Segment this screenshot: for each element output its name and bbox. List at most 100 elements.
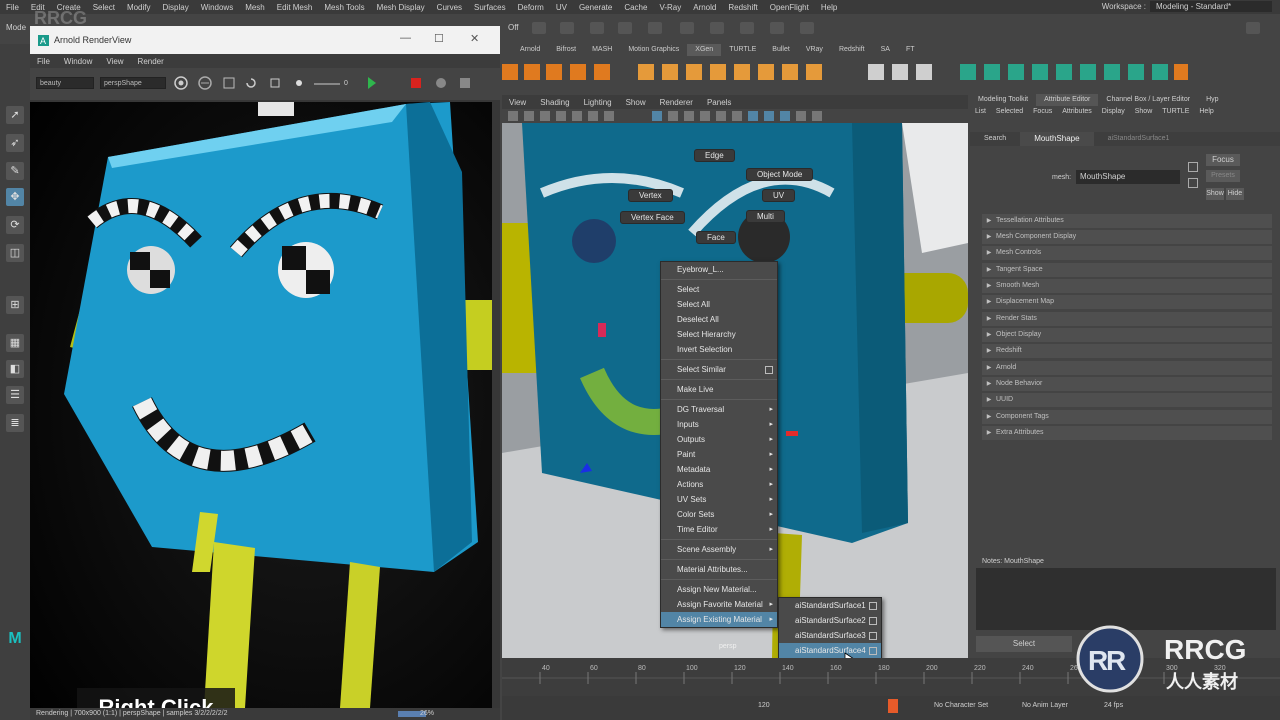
menu-scene-assembly[interactable]: Scene Assembly ▸ [661,542,777,557]
move-tool-icon[interactable]: ✥ [6,188,24,206]
menu-material-attributes[interactable]: Material Attributes... [661,562,777,577]
section-tessellation[interactable]: ▶ Tessellation Attributes [982,214,1272,228]
layout-single-icon[interactable]: ⊞ [6,296,24,314]
renderview-titlebar[interactable]: A Arnold RenderView — ☐ ✕ [30,26,500,54]
status-icon[interactable] [532,22,546,34]
menu-time-editor[interactable]: Time Editor ▸ [661,522,777,537]
material-item[interactable]: aiStandardSurface1 [779,598,881,613]
status-icon[interactable] [800,22,814,34]
menu-uv[interactable]: UV [550,3,573,12]
shelf-tab[interactable]: Arnold [512,44,548,56]
section-object-display[interactable]: ▶ Object Display [982,328,1272,342]
paint-select-icon[interactable]: ✎ [6,162,24,180]
hide-button[interactable]: Hide [1226,188,1244,200]
shelf-tab[interactable]: VRay [798,44,831,56]
menu-mesh[interactable]: Mesh [239,3,271,12]
minimize-icon[interactable]: — [400,32,411,44]
section-tangent-space[interactable]: ▶ Tangent Space [982,263,1272,277]
menu-color-sets[interactable]: Color Sets ▸ [661,507,777,522]
menu-select-similar[interactable]: Select Similar [661,362,777,377]
character-set-dropdown[interactable]: No Character Set [934,702,988,709]
viewport-toolbar[interactable] [502,109,968,123]
shelf-tab[interactable]: SA [873,44,898,56]
fps-dropdown[interactable]: 24 fps [1104,702,1123,709]
anim-layer-dropdown[interactable]: No Anim Layer [1022,702,1068,709]
shelf-tab[interactable]: MASH [584,44,620,56]
shelf-icons[interactable] [502,58,968,90]
section-smooth-mesh[interactable]: ▶ Smooth Mesh [982,279,1272,293]
section-node-behavior[interactable]: ▶ Node Behavior [982,377,1272,391]
tab-channel-box[interactable]: Channel Box / Layer Editor [1098,94,1198,106]
mouthshape-tab[interactable]: MouthShape [1020,132,1094,146]
vp-menu-renderer[interactable]: Renderer [653,98,700,107]
menu-assign-new-material[interactable]: Assign New Material... [661,582,777,597]
status-icon[interactable] [648,22,662,34]
menu-edit-mesh[interactable]: Edit Mesh [271,3,319,12]
menu-help[interactable]: Help [815,3,843,12]
menu-paint[interactable]: Paint ▸ [661,447,777,462]
display-icon[interactable] [434,76,448,90]
auto-key-icon[interactable] [888,699,898,713]
section-component-tags[interactable]: ▶ Component Tags [982,410,1272,424]
shelf-tab[interactable]: Bifrost [548,44,584,56]
marking-multi[interactable]: Multi [746,210,785,223]
scale-tool-icon[interactable]: ◫ [6,244,24,262]
ae-menu-item[interactable]: Attributes [1057,108,1097,120]
material-tab[interactable]: aiStandardSurface1 [1094,132,1184,146]
section-extra-attributes[interactable]: ▶ Extra Attributes [982,426,1272,440]
shelf-tab[interactable]: XGen [687,44,722,56]
shelf-tab[interactable]: Redshift [831,44,873,56]
menu-select-all[interactable]: Select All [661,297,777,312]
option-box-icon[interactable] [765,366,773,374]
rv-menu-view[interactable]: View [99,57,130,66]
menu-assign-existing-material[interactable]: Assign Existing Material ▸ [661,612,777,627]
exposure-slider[interactable] [314,83,340,85]
status-icon[interactable] [590,22,604,34]
vp-menu-show[interactable]: Show [619,98,653,107]
material-item[interactable]: aiStandardSurface2 [779,613,881,628]
material-item[interactable]: aiStandardSurface4 [779,643,881,658]
link-icon[interactable] [1188,178,1198,188]
vp-menu-lighting[interactable]: Lighting [577,98,619,107]
outliner-list-icon[interactable]: ≣ [6,414,24,432]
marking-face[interactable]: Face [696,231,736,244]
notes-field[interactable] [976,568,1276,630]
menu-select-hierarchy[interactable]: Select Hierarchy [661,327,777,342]
status-icon[interactable] [560,22,574,34]
option-box-icon[interactable] [869,632,877,640]
section-uuid[interactable]: ▶ UUID [982,393,1272,407]
menu-arnold[interactable]: Arnold [687,3,722,12]
section-mesh-component-display[interactable]: ▶ Mesh Component Display [982,230,1272,244]
section-displacement-map[interactable]: ▶ Displacement Map [982,295,1272,309]
material-item[interactable]: aiStandardSurface3 [779,628,881,643]
marking-object-mode[interactable]: Object Mode [746,168,814,181]
ae-menu-item[interactable]: TURTLE [1157,108,1194,120]
ae-menu-item[interactable]: Display [1097,108,1130,120]
menu-generate[interactable]: Generate [573,3,618,12]
marking-edge[interactable]: Edge [694,149,735,162]
refresh-icon[interactable] [244,76,258,90]
option-box-icon[interactable] [869,602,877,610]
mesh-name-field[interactable]: MouthShape [1076,170,1180,184]
ae-search-tab[interactable]: Search [970,132,1020,146]
section-render-stats[interactable]: ▶ Render Stats [982,312,1272,326]
focus-button[interactable]: Focus [1206,154,1240,166]
tab-hypershade[interactable]: Hyp [1198,94,1226,106]
menu-select[interactable]: Select [661,282,777,297]
rotate-tool-icon[interactable]: ⟳ [6,216,24,234]
channel-icon[interactable] [174,76,188,90]
crop-icon[interactable] [222,76,236,90]
marking-vertex-face[interactable]: Vertex Face [620,211,685,224]
section-redshift[interactable]: ▶ Redshift [982,344,1272,358]
ae-menu-item[interactable]: Focus [1028,108,1057,120]
section-mesh-controls[interactable]: ▶ Mesh Controls [982,246,1272,260]
ae-menu-item[interactable]: Selected [991,108,1028,120]
sun-icon[interactable] [292,76,306,90]
close-icon[interactable]: ✕ [470,32,479,45]
marking-uv[interactable]: UV [762,189,796,202]
vp-menu-shading[interactable]: Shading [533,98,576,107]
lasso-tool-icon[interactable]: ➶ [6,134,24,152]
region-icon[interactable] [268,76,282,90]
menu-file[interactable]: File [0,3,25,12]
load-icon[interactable] [1188,162,1198,172]
